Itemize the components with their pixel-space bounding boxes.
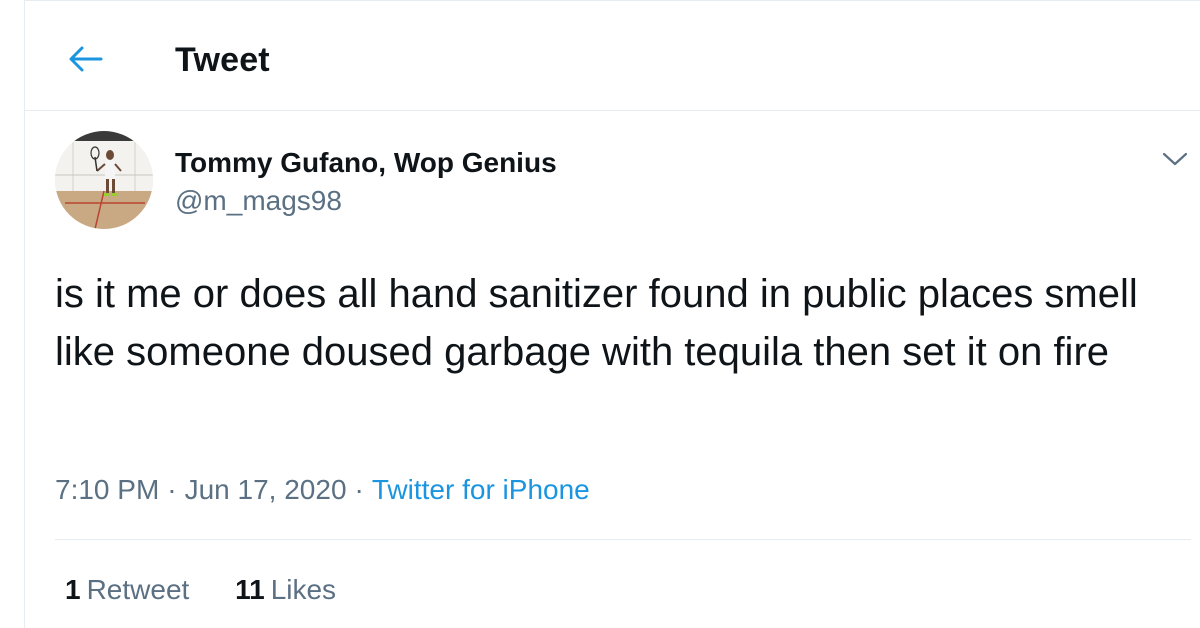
meta-separator: · bbox=[354, 474, 364, 505]
back-button[interactable] bbox=[65, 39, 105, 79]
meta-separator: · bbox=[167, 474, 177, 505]
retweets-stat[interactable]: 1 Retweet bbox=[65, 573, 189, 607]
avatar[interactable] bbox=[55, 131, 153, 229]
divider bbox=[55, 539, 1191, 540]
tweet-source-link[interactable]: Twitter for iPhone bbox=[372, 474, 590, 505]
retweets-count: 1 bbox=[65, 574, 81, 605]
tweet-time[interactable]: 7:10 PM bbox=[55, 474, 159, 505]
tweet-meta: 7:10 PM · Jun 17, 2020 · Twitter for iPhone bbox=[55, 473, 590, 507]
chevron-down-icon bbox=[1162, 152, 1188, 166]
likes-label: Likes bbox=[270, 574, 337, 605]
arrow-left-icon bbox=[69, 46, 103, 72]
page-title: Tweet bbox=[175, 41, 270, 79]
likes-stat[interactable]: 11 Likes bbox=[235, 573, 336, 607]
tweet-text: is it me or does all hand sanitizer foun… bbox=[55, 272, 1138, 374]
retweets-label: Retweet bbox=[86, 574, 190, 605]
tweet-date[interactable]: Jun 17, 2020 bbox=[185, 474, 347, 505]
author-handle[interactable]: @m_mags98 bbox=[175, 184, 342, 218]
more-options-button[interactable] bbox=[1155, 141, 1195, 177]
likes-count: 11 bbox=[235, 574, 265, 605]
tweet-page: Tweet Tommy Gufano, Wop Genius @m_mags98 bbox=[24, 0, 1200, 628]
profile-photo bbox=[55, 131, 153, 229]
author-name[interactable]: Tommy Gufano, Wop Genius bbox=[175, 146, 557, 180]
page-header: Tweet bbox=[25, 1, 1200, 111]
tweet-stats: 1 Retweet 11 Likes bbox=[65, 573, 374, 607]
